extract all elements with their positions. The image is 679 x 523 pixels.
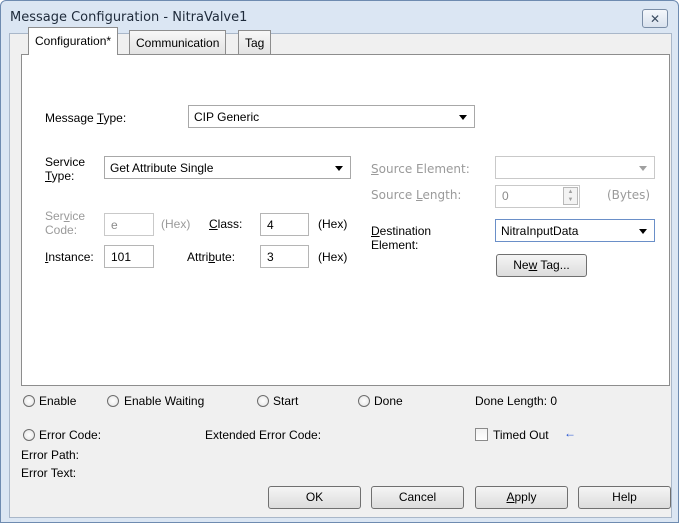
apply-button[interactable]: Apply [475, 486, 568, 509]
attribute-value: 3 [267, 250, 274, 264]
message-type-value: CIP Generic [194, 110, 260, 124]
done-label: Done [374, 394, 403, 408]
service-code-hex-label: (Hex) [161, 217, 191, 231]
bytes-label: (Bytes) [607, 188, 651, 202]
attribute-hex-label: (Hex) [318, 250, 348, 264]
tab-tag-label: Tag [245, 36, 265, 50]
start-label: Start [273, 394, 299, 408]
instance-value: 101 [111, 250, 132, 264]
tab-configuration[interactable]: Configuration* [28, 27, 119, 55]
enable-indicator [23, 395, 35, 407]
instance-label: Instance: [45, 250, 94, 264]
arrow-left-icon: ← [564, 426, 576, 440]
class-hex-label: (Hex) [318, 217, 348, 231]
message-configuration-dialog: Message Configuration - NitraValve1 ✕ Co… [0, 0, 679, 523]
class-value: 4 [267, 218, 274, 232]
new-tag-button[interactable]: New Tag... [496, 254, 587, 277]
source-element-select[interactable] [495, 156, 655, 179]
start-indicator [257, 395, 269, 407]
service-code-value: e [111, 218, 118, 232]
window-title: Message Configuration - NitraValve1 [10, 10, 248, 25]
destination-element-select[interactable]: NitraInputData [495, 219, 655, 242]
service-type-label: Service Type: [45, 155, 86, 183]
enable-waiting-indicator [107, 395, 119, 407]
service-code-field[interactable]: e [104, 213, 154, 236]
service-type-select[interactable]: Get Attribute Single [104, 156, 351, 179]
error-code-indicator [23, 429, 35, 441]
chevron-down-icon [639, 229, 647, 234]
close-button[interactable]: ✕ [642, 9, 668, 28]
source-length-label: Source Length: [371, 188, 462, 202]
help-button[interactable]: Help [578, 486, 671, 509]
tab-tag[interactable]: Tag [238, 30, 272, 54]
source-length-spinner[interactable]: ▲ ▼ [563, 187, 578, 205]
spin-down-icon: ▼ [567, 197, 574, 203]
chevron-down-icon [335, 166, 343, 171]
error-code-label: Error Code: [39, 428, 102, 442]
tab-communication[interactable]: Communication [129, 30, 227, 54]
enable-waiting-label: Enable Waiting [124, 394, 205, 408]
close-icon: ✕ [649, 11, 661, 26]
error-path-label: Error Path: [21, 448, 80, 462]
message-type-label: Message Type: [45, 111, 127, 125]
tab-communication-label: Communication [136, 36, 220, 50]
timed-out-label: Timed Out [493, 428, 549, 442]
service-code-label: Service Code: [45, 209, 86, 237]
done-indicator [358, 395, 370, 407]
done-length-label: Done Length: 0 [475, 394, 558, 408]
class-field[interactable]: 4 [260, 213, 309, 236]
configuration-panel: Message Type: CIP Generic Service Type: G… [21, 54, 670, 386]
instance-field[interactable]: 101 [104, 245, 154, 268]
extended-error-code-label: Extended Error Code: [205, 428, 322, 442]
cancel-button[interactable]: Cancel [371, 486, 464, 509]
source-element-label: Source Element: [371, 162, 470, 176]
attribute-label: Attribute: [187, 250, 236, 264]
error-text-label: Error Text: [21, 466, 77, 480]
enable-label: Enable [39, 394, 77, 408]
timed-out-checkbox [475, 428, 488, 441]
chevron-down-icon [459, 115, 467, 120]
ok-button[interactable]: OK [268, 486, 361, 509]
destination-element-label: Destination Element: [371, 224, 432, 252]
service-type-value: Get Attribute Single [110, 161, 214, 175]
message-type-select[interactable]: CIP Generic [188, 105, 475, 128]
source-length-value: 0 [502, 189, 509, 203]
spin-up-icon: ▲ [567, 189, 574, 195]
attribute-field[interactable]: 3 [260, 245, 309, 268]
destination-element-value: NitraInputData [501, 224, 579, 238]
class-label: Class: [209, 217, 243, 231]
tab-configuration-label: Configuration* [35, 34, 112, 48]
chevron-down-icon [639, 166, 647, 171]
